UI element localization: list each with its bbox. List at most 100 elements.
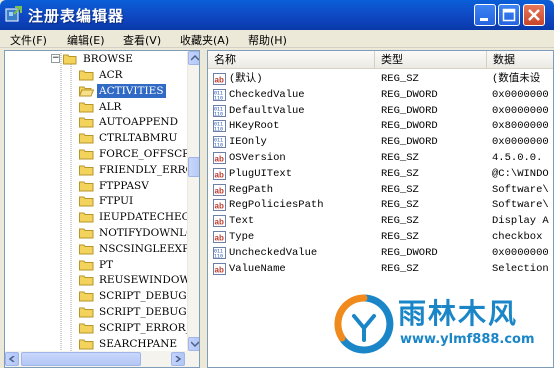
table-row[interactable]: ab RegPath REG_SZ Software\ bbox=[208, 182, 553, 198]
scroll-thumb[interactable] bbox=[188, 157, 199, 177]
scroll-right-button[interactable] bbox=[171, 352, 185, 366]
tree-item[interactable]: SCRIPT_ERROR_C bbox=[5, 320, 199, 336]
column-header-type[interactable]: 类型 bbox=[375, 51, 487, 69]
binary-value-icon: 011110 bbox=[213, 88, 226, 101]
string-value-icon: ab bbox=[213, 199, 226, 212]
open-folder-icon bbox=[63, 54, 77, 65]
title-bar[interactable]: 注册表编辑器 bbox=[0, 0, 554, 30]
menu-file[interactable]: 文件(F) bbox=[10, 32, 47, 48]
value-name: Type bbox=[229, 231, 255, 243]
scroll-down-button[interactable] bbox=[188, 337, 199, 351]
tree-item[interactable]: PT bbox=[5, 257, 187, 273]
folder-icon bbox=[79, 196, 94, 207]
close-button[interactable] bbox=[523, 4, 545, 26]
menu-bar: 文件(F) 编辑(E) 查看(V) 收藏夹(A) 帮助(H) bbox=[0, 30, 554, 48]
string-value-icon: ab bbox=[213, 152, 226, 164]
value-name: DefaultValue bbox=[229, 104, 305, 117]
value-data: Software\ bbox=[492, 199, 549, 212]
tree-item[interactable]: SEARCHPANE bbox=[5, 336, 187, 352]
menu-edit[interactable]: 编辑(E) bbox=[67, 32, 105, 48]
tree-item-label: ACR bbox=[99, 69, 123, 81]
menu-view[interactable]: 查看(V) bbox=[123, 32, 161, 48]
folder-icon bbox=[79, 149, 94, 160]
menu-favorites[interactable]: 收藏夹(A) bbox=[180, 32, 229, 48]
watermark-title: 雨林木风 bbox=[398, 297, 519, 330]
registry-tree[interactable]: − BROWSE ACR ACTIVITIES ALR AUTOAPPEND CTRLT… bbox=[4, 50, 200, 368]
menu-help[interactable]: 帮助(H) bbox=[248, 32, 287, 48]
value-type: REG_SZ bbox=[381, 167, 419, 180]
value-data: 4.5.0.0. bbox=[492, 152, 543, 164]
table-row[interactable]: ab Type REG_SZ checkbox bbox=[208, 229, 553, 245]
tree-item[interactable]: NSCSINGLEEXPAN bbox=[5, 241, 199, 257]
table-row[interactable]: 011 110 CheckedValue REG_DWORD 0x0000000 bbox=[208, 87, 553, 103]
column-header-name[interactable]: 名称 bbox=[208, 51, 375, 69]
binary-value-icon: 011110 bbox=[213, 246, 226, 259]
tree-item[interactable]: FTPPASV bbox=[5, 178, 187, 194]
value-name: RegPath bbox=[229, 183, 274, 196]
table-row[interactable]: 011 110 HKeyRoot REG_DWORD 0x8000000 bbox=[208, 118, 553, 134]
value-name: (默认) bbox=[229, 73, 263, 85]
table-row[interactable]: ab RegPoliciesPath REG_SZ Software\ bbox=[208, 197, 553, 213]
tree-item[interactable]: REUSEWINDOWS bbox=[5, 272, 197, 288]
svg-text:110: 110 bbox=[214, 127, 223, 133]
tree-item[interactable]: SCRIPT_DEBUGGE bbox=[5, 304, 199, 320]
value-type: REG_SZ bbox=[381, 199, 419, 212]
tree-horizontal-scrollbar[interactable] bbox=[5, 351, 199, 367]
table-row[interactable]: 011 110 DefaultValue REG_DWORD 0x0000000 bbox=[208, 103, 553, 119]
tree-item[interactable]: ACTIVITIES bbox=[5, 82, 187, 99]
arrow-left-icon bbox=[8, 356, 15, 362]
tree-item[interactable]: SCRIPT_DEBUGGE bbox=[5, 288, 199, 304]
table-row[interactable]: ab OSVersion REG_SZ 4.5.0.0. bbox=[208, 150, 553, 166]
maximize-button[interactable] bbox=[498, 4, 520, 26]
value-type: REG_DWORD bbox=[381, 88, 438, 101]
collapse-toggle[interactable]: − bbox=[51, 54, 60, 63]
table-row[interactable]: ab ValueName REG_SZ Selection bbox=[208, 261, 553, 277]
folder-icon bbox=[79, 212, 94, 223]
value-name: OSVersion bbox=[229, 152, 286, 164]
folder-icon bbox=[79, 117, 94, 128]
tree-item-label: SCRIPT_DEBUGGE bbox=[99, 290, 200, 303]
tree-item-label: FORCE_OFFSCREE bbox=[99, 148, 200, 160]
tree-item-label: AUTOAPPEND bbox=[99, 116, 179, 129]
value-name: ValueName bbox=[229, 262, 286, 275]
svg-text:ab: ab bbox=[215, 202, 224, 211]
tree-vertical-scrollbar[interactable] bbox=[187, 51, 199, 351]
scroll-thumb[interactable] bbox=[21, 352, 141, 366]
tree-item[interactable]: ALR bbox=[5, 99, 187, 115]
tree-item-label: ALR bbox=[99, 100, 122, 113]
minimize-button[interactable] bbox=[474, 4, 496, 26]
tree-item[interactable]: FRIENDLY_ERROR bbox=[5, 162, 199, 178]
scroll-up-button[interactable] bbox=[188, 51, 199, 65]
value-type: REG_SZ bbox=[381, 152, 419, 164]
svg-text:ab: ab bbox=[215, 265, 224, 274]
scroll-left-button[interactable] bbox=[5, 352, 19, 366]
value-data: Display A bbox=[492, 215, 549, 228]
table-row[interactable]: ab (默认) REG_SZ (数值未设 bbox=[208, 71, 553, 87]
list-header: 名称 类型 数据 bbox=[208, 51, 553, 69]
string-value-icon: ab bbox=[213, 231, 226, 243]
table-row[interactable]: ab Text REG_SZ Display A bbox=[208, 213, 553, 229]
string-value-icon: ab bbox=[213, 183, 226, 196]
value-name: Text bbox=[229, 215, 255, 228]
minimize-icon bbox=[480, 18, 488, 21]
pane-splitter[interactable] bbox=[200, 50, 207, 368]
tree-item[interactable]: NOTIFYDOWNLOAD bbox=[5, 225, 199, 241]
tree-item-browse[interactable]: − BROWSE bbox=[5, 51, 187, 67]
column-header-data[interactable]: 数据 bbox=[487, 51, 553, 69]
value-data: Selection bbox=[492, 262, 549, 275]
tree-item[interactable]: ACR bbox=[5, 67, 187, 83]
folder-icon bbox=[79, 323, 94, 334]
table-row[interactable]: 011 110 IEOnly REG_DWORD 0x0000000 bbox=[208, 134, 553, 150]
tree-item[interactable]: FTPUI bbox=[5, 193, 187, 209]
svg-text:110: 110 bbox=[214, 95, 223, 101]
tree-item[interactable]: AUTOAPPEND bbox=[5, 114, 187, 130]
value-type: REG_SZ bbox=[381, 183, 419, 196]
watermark: 雨林木风 www.ylmf888.com bbox=[334, 290, 544, 360]
table-row[interactable]: ab PlugUIText REG_SZ @C:\WINDO bbox=[208, 166, 553, 182]
tree-item[interactable]: FORCE_OFFSCREE bbox=[5, 146, 199, 162]
table-row[interactable]: 011 110 UncheckedValue REG_DWORD 0x0000000 bbox=[208, 245, 553, 261]
tree-item[interactable]: IEUPDATECHECK bbox=[5, 209, 198, 225]
string-value-icon: ab bbox=[213, 167, 226, 180]
tree-item[interactable]: CTRLTABMRU bbox=[5, 130, 187, 146]
value-name: RegPoliciesPath bbox=[229, 199, 324, 212]
